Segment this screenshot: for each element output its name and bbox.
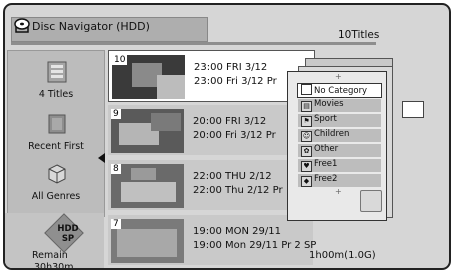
genre-item-no-category[interactable]: No Category xyxy=(297,83,382,98)
title-line1: 22:00 THU 2/12 xyxy=(193,171,272,182)
title-row[interactable]: 9 20:00 FRI 3/12 20:00 Fri 3/12 Pr xyxy=(108,105,313,155)
title-line1: 20:00 FRI 3/12 xyxy=(193,116,267,127)
disc-navigator-icon xyxy=(14,18,30,33)
genre-color-swatch[interactable] xyxy=(360,190,382,212)
genre-label: Free2 xyxy=(314,174,338,184)
thumbnail-image xyxy=(111,164,184,208)
title-number: 7 xyxy=(111,219,121,229)
folder-icon xyxy=(48,114,66,134)
genre-item-children[interactable]: ☺ Children xyxy=(298,129,381,142)
badge-line1: HDD xyxy=(57,224,79,234)
genre-popup: + No Category ▤ Movies ⚑ Sport ☺ Children ✿… xyxy=(287,71,387,221)
title-line1: 23:00 FRI 3/12 xyxy=(194,62,268,73)
genre-label: Children xyxy=(314,129,350,139)
title-line2: 19:00 Mon 29/11 Pr 2 SP xyxy=(193,240,317,251)
sidebar-item-genres[interactable]: All Genres xyxy=(8,191,104,202)
badge-line2: SP xyxy=(61,234,75,244)
hdd-sp-label: HDD SP xyxy=(53,224,83,244)
title-number: 8 xyxy=(111,164,121,174)
title-duration: 1h00m(1.0G) xyxy=(309,250,376,261)
header-underline xyxy=(11,42,376,45)
genre-label: No Category xyxy=(314,86,368,96)
genre-label: Sport xyxy=(314,114,337,124)
disc-navigator-window: Disc Navigator (HDD) 10Titles 4 Titles R… xyxy=(3,3,451,270)
title-thumbnail: 10 xyxy=(112,55,185,99)
list-icon xyxy=(47,61,67,83)
title-thumbnail: 8 xyxy=(111,164,184,208)
genre-item-free2[interactable]: ◆ Free2 xyxy=(298,174,381,187)
sidebar-item-titles[interactable]: 4 Titles xyxy=(8,89,104,100)
remain-label: Remain xyxy=(32,250,68,261)
title-line1: 19:00 MON 29/11 xyxy=(193,226,281,237)
blank-icon xyxy=(301,84,312,95)
film-icon: ▤ xyxy=(301,101,312,112)
genre-label: Other xyxy=(314,144,339,154)
genre-item-movies[interactable]: ▤ Movies xyxy=(298,99,381,112)
title-row[interactable]: 8 22:00 THU 2/12 22:00 Thu 2/12 Pr xyxy=(108,160,313,210)
title-row[interactable]: 10 23:00 FRI 3/12 23:00 Fri 3/12 Pr xyxy=(108,50,315,102)
child-icon: ☺ xyxy=(301,131,312,142)
box-icon xyxy=(48,164,66,184)
sidebar: 4 Titles Recent First All Genres xyxy=(7,50,105,217)
genre-item-free1[interactable]: ♥ Free1 xyxy=(298,159,381,172)
genre-item-other[interactable]: ✿ Other xyxy=(298,144,381,157)
genre-label: Movies xyxy=(314,99,344,109)
title-number: 9 xyxy=(111,109,121,119)
thumbnail-image xyxy=(111,219,184,263)
runner-icon: ⚑ xyxy=(301,116,312,127)
title-list: 10 23:00 FRI 3/12 23:00 Fri 3/12 Pr 9 20… xyxy=(108,50,317,268)
genre-item-sport[interactable]: ⚑ Sport xyxy=(298,114,381,127)
title-line2: 20:00 Fri 3/12 Pr xyxy=(193,130,276,141)
title-thumbnail: 9 xyxy=(111,109,184,153)
genre-field[interactable] xyxy=(402,101,424,118)
arrow-left-icon xyxy=(98,153,105,163)
genre-label: Free1 xyxy=(314,159,338,169)
title-thumbnail: 7 xyxy=(111,219,184,263)
page-title: Disc Navigator (HDD) xyxy=(32,20,150,33)
scroll-up-icon[interactable]: + xyxy=(335,72,342,81)
other-icon: ✿ xyxy=(301,146,312,157)
title-line2: 23:00 Fri 3/12 Pr xyxy=(194,76,277,87)
title-number: 10 xyxy=(112,55,128,65)
diamond-icon: ◆ xyxy=(301,176,312,187)
sidebar-item-sort[interactable]: Recent First xyxy=(8,141,104,152)
thumbnail-image xyxy=(111,109,184,153)
remain-value: 30h30m xyxy=(34,262,74,270)
title-row[interactable]: 7 19:00 MON 29/11 19:00 Mon 29/11 Pr 2 S… xyxy=(108,215,317,265)
title-line2: 22:00 Thu 2/12 Pr xyxy=(193,185,283,196)
title-count: 10Titles xyxy=(338,29,380,41)
scroll-down-icon[interactable]: + xyxy=(335,187,342,196)
heart-icon: ♥ xyxy=(301,161,312,172)
